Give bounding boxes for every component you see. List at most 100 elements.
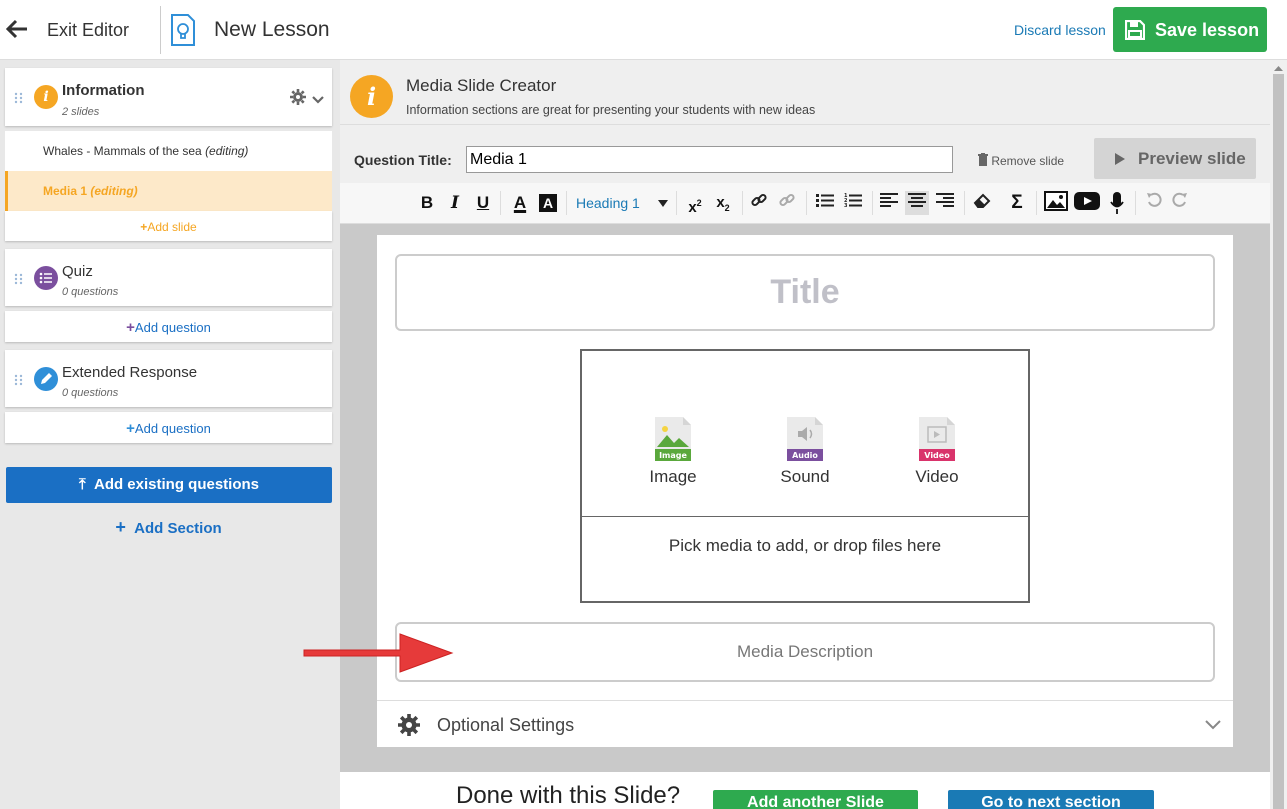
image-file-icon: Image — [655, 417, 691, 461]
question-title-row: Question Title: Remove slide Preview sli… — [340, 125, 1270, 183]
save-disk-icon — [1125, 20, 1145, 40]
media-option-label: Sound — [780, 467, 830, 486]
slide-status: (editing) — [205, 144, 249, 158]
bulleted-list-icon[interactable] — [814, 191, 836, 215]
microphone-icon[interactable] — [1107, 191, 1127, 215]
file-tag: Image — [659, 451, 687, 460]
underline-icon[interactable]: U — [474, 191, 492, 215]
bold-icon[interactable]: B — [418, 191, 436, 215]
remove-slide-label: Remove slide — [991, 154, 1065, 168]
media-option-label: Image — [649, 467, 697, 486]
lesson-title[interactable]: New Lesson — [214, 18, 330, 42]
dropzone-hint: Pick media to add, or drop files here — [668, 536, 942, 555]
numbered-list-icon[interactable]: 123 — [842, 191, 864, 215]
chevron-down-icon — [1205, 720, 1221, 730]
plus-icon: + — [126, 319, 135, 336]
redo-icon[interactable] — [1170, 191, 1190, 215]
divider — [1036, 191, 1037, 215]
add-existing-questions-button[interactable]: ⤒ Add existing questions — [6, 467, 332, 503]
annotation-arrow — [300, 628, 460, 683]
gear-icon[interactable] — [290, 89, 306, 110]
section-title: Extended Response — [62, 364, 198, 381]
media-option-video[interactable]: Video Video — [897, 417, 977, 487]
drag-handle-icon[interactable] — [14, 91, 24, 104]
add-question-label: Add question — [134, 421, 211, 436]
undo-icon[interactable] — [1144, 191, 1164, 215]
question-title-label: Question Title: — [354, 152, 452, 168]
optional-settings-toggle[interactable]: Optional Settings — [377, 700, 1233, 747]
add-question-link[interactable]: +Add question — [5, 311, 332, 342]
section-extended-response[interactable]: Extended Response 0 questions — [5, 350, 332, 407]
save-lesson-label: Save lesson — [1155, 20, 1260, 40]
drag-handle-icon[interactable] — [14, 272, 24, 285]
remove-slide-button[interactable]: Remove slide — [978, 153, 1064, 168]
highlight-color-icon[interactable]: A — [539, 194, 557, 212]
slide-footer: Done with this Slide? Add another Slide … — [340, 772, 1270, 809]
question-title-input[interactable] — [466, 146, 953, 173]
done-prompt: Done with this Slide? — [456, 782, 681, 809]
file-tag: Audio — [792, 451, 818, 460]
section-title: Information — [62, 82, 145, 99]
creator-subtitle: Information sections are great for prese… — [406, 103, 816, 117]
next-section-button[interactable]: Go to next section — [948, 790, 1154, 809]
unlink-icon[interactable] — [776, 191, 798, 215]
align-left-icon[interactable] — [878, 191, 900, 215]
divider — [676, 191, 677, 215]
discard-lesson-link[interactable]: Discard lesson — [1014, 22, 1106, 38]
plus-icon: + — [126, 420, 135, 437]
divider — [872, 191, 873, 215]
quiz-list-icon — [34, 266, 58, 290]
slide-item-active[interactable]: Media 1 (editing) — [5, 171, 332, 211]
section-subtitle: 2 slides — [62, 106, 100, 118]
section-quiz[interactable]: Quiz 0 questions — [5, 249, 332, 306]
chevron-down-icon[interactable] — [312, 92, 324, 110]
svg-text:3: 3 — [844, 203, 848, 208]
media-option-image[interactable]: Image Image — [633, 417, 713, 487]
align-center-icon[interactable] — [905, 191, 929, 215]
link-icon[interactable] — [748, 191, 770, 215]
back-arrow-icon[interactable] — [5, 18, 28, 45]
subscript-icon[interactable]: x2 — [712, 191, 734, 215]
info-icon: i — [34, 85, 58, 109]
divider — [160, 6, 161, 54]
audio-file-icon: Audio — [787, 417, 823, 461]
scrollbar[interactable] — [1270, 60, 1287, 809]
file-tag: Video — [924, 451, 950, 460]
media-option-sound[interactable]: Audio Sound — [765, 417, 845, 487]
trash-icon — [978, 153, 988, 166]
eraser-icon[interactable] — [971, 191, 993, 215]
divider — [1135, 191, 1136, 215]
dropdown-caret-icon — [658, 200, 668, 207]
superscript-icon[interactable]: x2 — [684, 191, 706, 216]
add-question-link[interactable]: +Add question — [5, 412, 332, 443]
slide-item[interactable]: Whales - Mammals of the sea (editing) — [5, 131, 332, 171]
add-slide-label: Add slide — [147, 220, 197, 234]
drag-handle-icon[interactable] — [14, 373, 24, 386]
sigma-formula-icon[interactable]: Σ — [1006, 191, 1028, 215]
pencil-icon — [34, 367, 58, 391]
font-color-icon[interactable]: A — [510, 191, 530, 215]
align-right-icon[interactable] — [934, 191, 956, 215]
preview-slide-button[interactable]: Preview slide — [1094, 138, 1256, 179]
divider — [742, 191, 743, 215]
section-information[interactable]: i Information 2 slides — [5, 68, 332, 126]
media-description-input[interactable]: Media Description — [395, 622, 1215, 682]
editor-toolbar: B I U A A Heading 1 x2 x2 123 Σ — [340, 183, 1270, 224]
divider — [806, 191, 807, 215]
italic-icon[interactable]: I — [446, 191, 464, 215]
exit-editor-link[interactable]: Exit Editor — [47, 20, 129, 41]
video-file-icon: Video — [919, 417, 955, 461]
youtube-video-icon[interactable] — [1073, 191, 1101, 215]
slide-title-input[interactable]: Title — [395, 254, 1215, 331]
info-icon: i — [350, 75, 393, 118]
media-dropzone[interactable]: Image Image Audio Sound Video Video Pick… — [580, 349, 1030, 603]
play-icon — [1115, 153, 1125, 165]
image-icon[interactable] — [1043, 191, 1069, 215]
add-another-slide-button[interactable]: Add another Slide — [713, 790, 918, 809]
heading-select[interactable]: Heading 1 — [576, 191, 668, 215]
heading-select-value: Heading 1 — [576, 195, 640, 211]
save-lesson-button[interactable]: Save lesson — [1113, 7, 1267, 52]
add-slide-link[interactable]: +Add slide — [5, 211, 332, 241]
add-section-link[interactable]: + Add Section — [5, 517, 332, 538]
scrollbar-thumb[interactable] — [1273, 74, 1284, 809]
